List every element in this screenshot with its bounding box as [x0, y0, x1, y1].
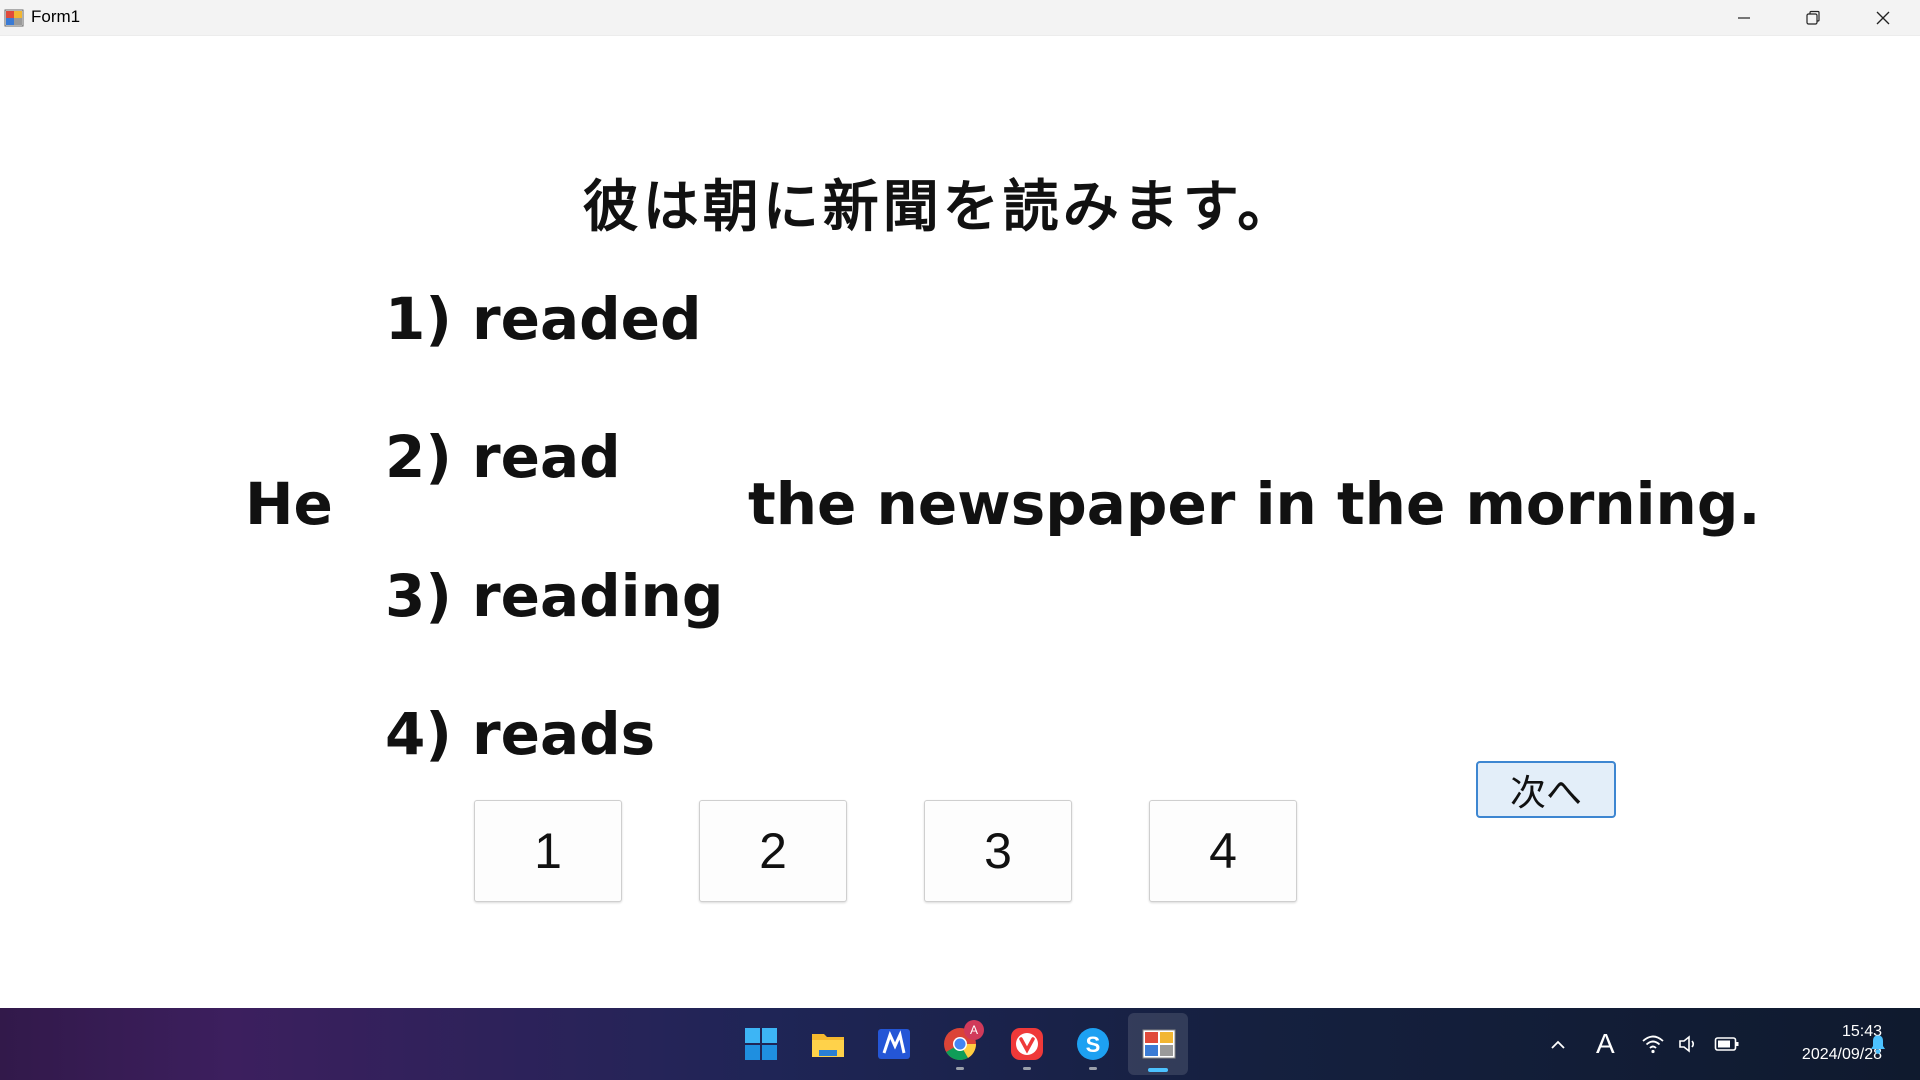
next-button[interactable]: 次へ [1476, 761, 1616, 818]
wifi-icon[interactable] [1641, 1033, 1665, 1055]
chrome-running-dot [956, 1067, 964, 1070]
file-explorer-icon[interactable] [810, 1026, 846, 1062]
sentence-rest: the newspaper in the morning. [748, 470, 1761, 538]
window-title: Form1 [31, 7, 81, 26]
title-bar: Form1 [0, 0, 1920, 36]
close-button[interactable] [1848, 0, 1918, 35]
ime-indicator[interactable]: A [1596, 1028, 1615, 1060]
answer-button-3[interactable]: 3 [924, 800, 1072, 902]
restore-icon [1806, 10, 1820, 25]
svg-text:S: S [1086, 1032, 1101, 1057]
vivaldi-running-dot [1023, 1067, 1031, 1070]
battery-icon[interactable] [1714, 1035, 1740, 1053]
answer-button-2[interactable]: 2 [699, 800, 847, 902]
active-app-indicator [1148, 1068, 1168, 1072]
chevron-up-icon[interactable] [1548, 1035, 1568, 1055]
app-m-icon[interactable] [876, 1026, 912, 1062]
app-icon [4, 9, 24, 27]
sentence-subject: He [245, 470, 333, 538]
clock[interactable]: 15:43 2024/09/28 [1762, 1020, 1882, 1066]
option-1: 1) readed [385, 285, 702, 353]
option-2: 2) read [385, 423, 621, 491]
clock-time: 15:43 [1841, 1023, 1882, 1040]
skype-icon[interactable]: S [1075, 1026, 1111, 1062]
notification-bell-icon[interactable] [1867, 1032, 1889, 1056]
option-3: 3) reading [385, 562, 724, 630]
form1-app-icon[interactable] [1141, 1026, 1177, 1062]
answer-button-1[interactable]: 1 [474, 800, 622, 902]
restore-button[interactable] [1778, 0, 1848, 35]
chrome-badge: A [964, 1020, 984, 1040]
question-japanese: 彼は朝に新聞を読みます。 [582, 175, 1298, 240]
clock-date: 2024/09/28 [1801, 1046, 1882, 1063]
answer-button-4[interactable]: 4 [1149, 800, 1297, 902]
close-icon [1876, 11, 1890, 24]
windows-start-icon[interactable] [743, 1026, 779, 1062]
skype-running-dot [1089, 1067, 1097, 1070]
minimize-icon [1738, 16, 1750, 19]
volume-icon[interactable] [1677, 1033, 1699, 1055]
form1-window: Form1 彼は朝に新聞を読みます。 He 1) readed 2) read … [0, 0, 1920, 1008]
vivaldi-icon[interactable] [1009, 1026, 1045, 1062]
minimize-button[interactable] [1709, 0, 1779, 35]
option-4: 4) reads [385, 700, 656, 768]
